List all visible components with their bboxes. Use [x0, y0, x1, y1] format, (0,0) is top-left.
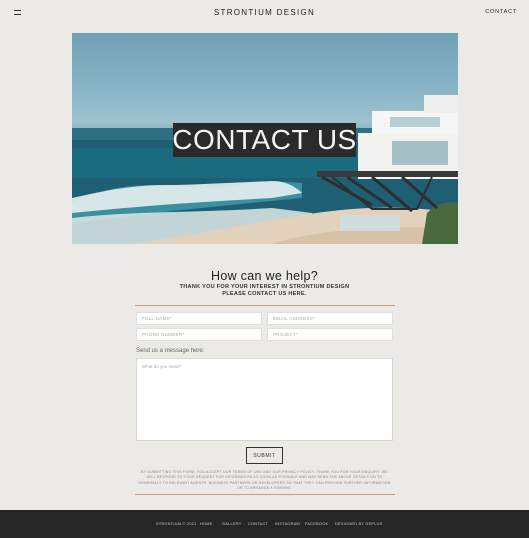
- full-name-input[interactable]: [136, 312, 262, 325]
- hero-image: CONTACT US: [72, 33, 458, 244]
- footer-link-gallery[interactable]: GALLERY: [222, 522, 242, 526]
- project-input[interactable]: [267, 328, 393, 341]
- divider-bottom: [135, 494, 395, 495]
- footer-copyright: STRONTIUM © 2021: [156, 522, 197, 526]
- site-header: STRONTIUM DESIGN CONTACT: [0, 0, 529, 25]
- hero-title: CONTACT US: [172, 123, 357, 157]
- footer-link-home[interactable]: HOME: [200, 522, 213, 526]
- phone-input[interactable]: [136, 328, 262, 341]
- brand-logo[interactable]: STRONTIUM DESIGN: [214, 8, 315, 17]
- footer-link-contact[interactable]: CONTACT: [248, 522, 268, 526]
- email-input[interactable]: [267, 312, 393, 325]
- footer-credit[interactable]: DESIGNED BY DEPLUS: [335, 522, 383, 526]
- help-heading: How can we help?: [211, 269, 318, 283]
- disclaimer-text: BY SUBMITTING THIS FORM, YOU ACCEPT OUR …: [138, 470, 391, 490]
- footer-link-instagram[interactable]: INSTAGRAM: [275, 522, 300, 526]
- message-textarea[interactable]: [136, 358, 393, 441]
- message-label: Send us a message here:: [136, 348, 205, 354]
- submit-button[interactable]: SUBMIT: [246, 447, 283, 464]
- divider-top: [135, 305, 395, 306]
- intro-line-1: THANK YOU FOR YOUR INTEREST IN STRONTIUM…: [179, 284, 350, 290]
- footer-link-facebook[interactable]: FACEBOOK: [305, 522, 328, 526]
- nav-contact-link[interactable]: CONTACT: [485, 9, 517, 15]
- hamburger-icon[interactable]: [14, 10, 21, 15]
- intro-line-2: PLEASE CONTACT US HERE.: [222, 291, 307, 297]
- site-footer: STRONTIUM © 2021 HOME GALLERY CONTACT IN…: [0, 510, 529, 538]
